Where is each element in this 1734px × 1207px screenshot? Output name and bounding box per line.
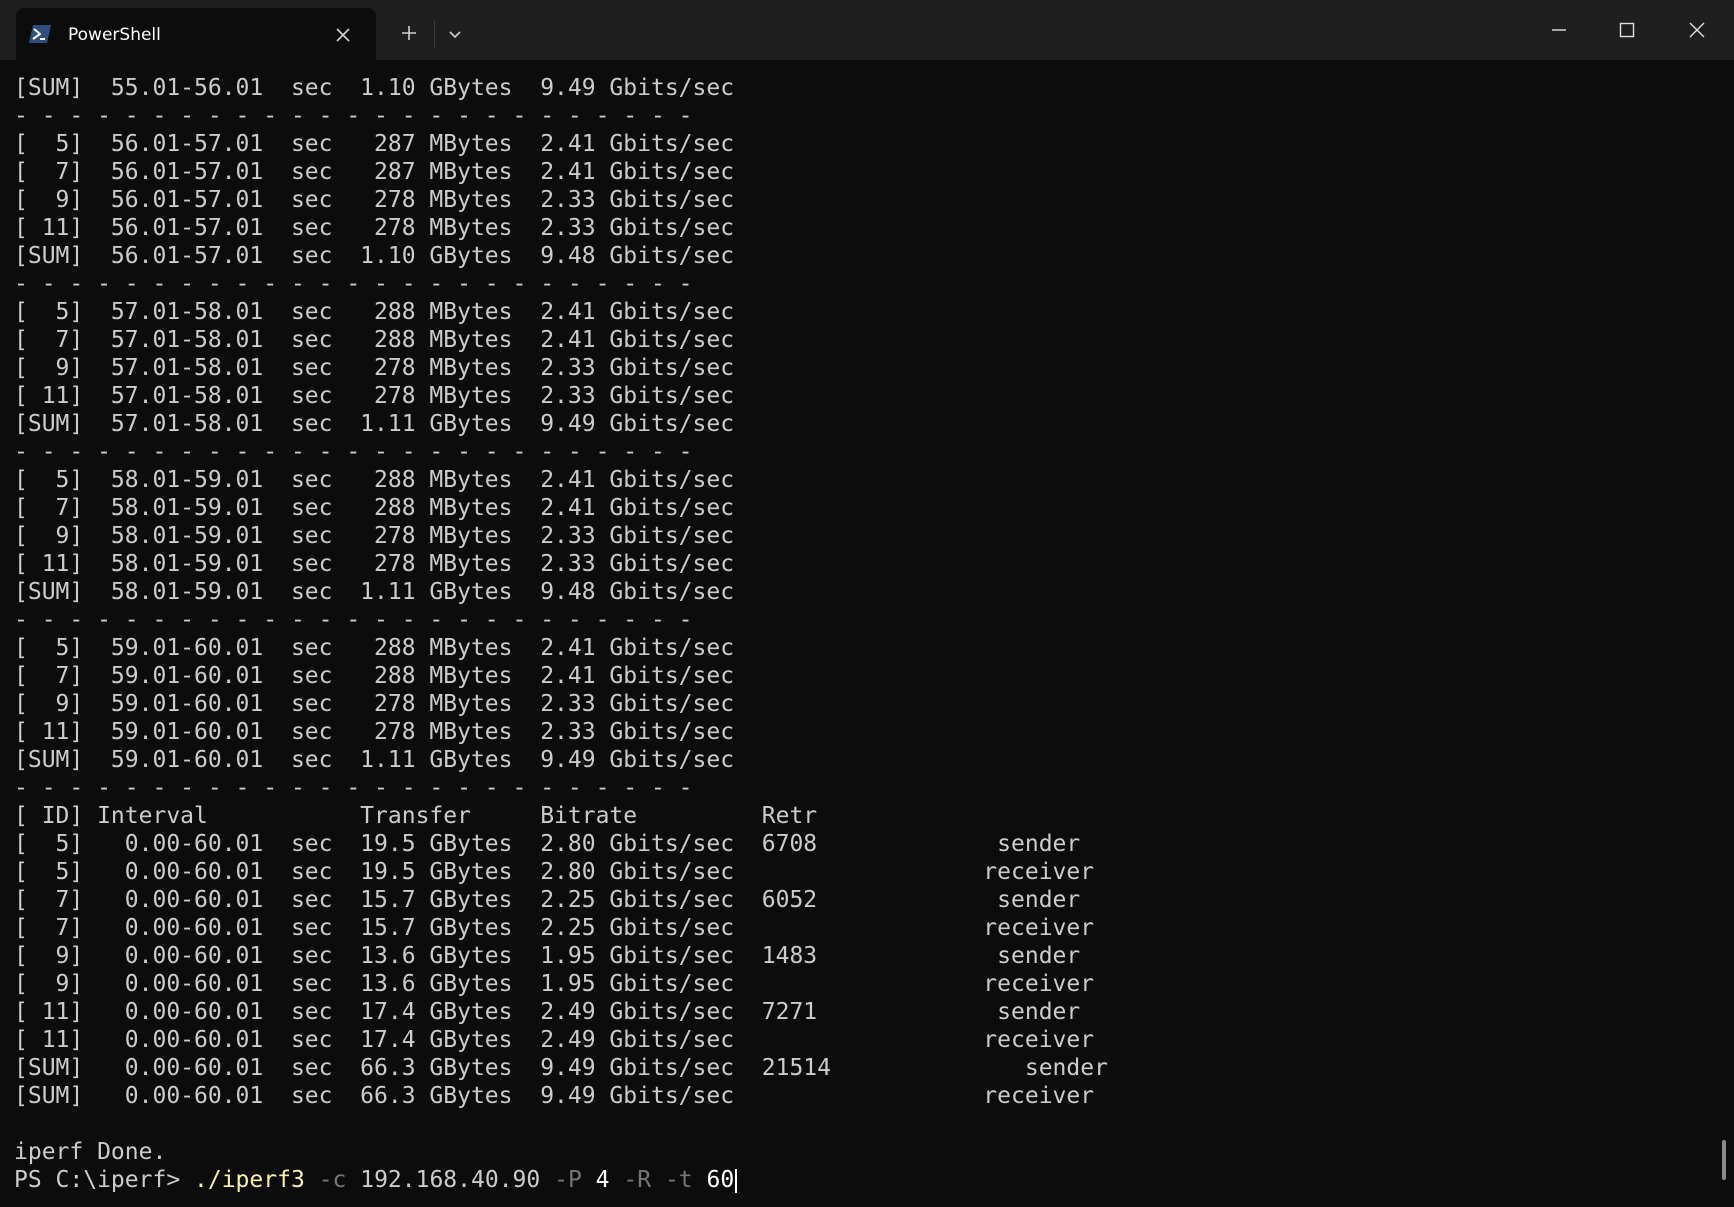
- close-window-button[interactable]: [1666, 0, 1728, 60]
- command-streams: 4: [595, 1167, 610, 1193]
- terminal-line: [SUM] 56.01-57.01 sec 1.10 GBytes 9.48 G…: [14, 243, 735, 269]
- terminal-line: - - - - - - - - - - - - - - - - - - - - …: [14, 775, 693, 801]
- terminal-line: [ 11] 59.01-60.01 sec 278 MBytes 2.33 Gb…: [14, 719, 735, 745]
- terminal-line: [ 5] 58.01-59.01 sec 288 MBytes 2.41 Gbi…: [14, 467, 735, 493]
- command-host: 192.168.40.90: [360, 1167, 541, 1193]
- tab-close-button[interactable]: [330, 22, 356, 48]
- tab-title: PowerShell: [68, 25, 161, 45]
- terminal-line: [ 11] 56.01-57.01 sec 278 MBytes 2.33 Gb…: [14, 215, 735, 241]
- terminal-lines: [SUM] 55.01-56.01 sec 1.10 GBytes 9.49 G…: [14, 74, 1108, 1194]
- terminal-line: [ 5] 56.01-57.01 sec 287 MBytes 2.41 Gbi…: [14, 131, 735, 157]
- terminal-line: [ 9] 0.00-60.01 sec 13.6 GBytes 1.95 Gbi…: [14, 971, 1095, 997]
- terminal-line: [ 5] 0.00-60.01 sec 19.5 GBytes 2.80 Gbi…: [14, 859, 1095, 885]
- terminal-output[interactable]: [SUM] 55.01-56.01 sec 1.10 GBytes 9.49 G…: [0, 60, 1734, 1207]
- command-flag-r: -R: [623, 1167, 652, 1193]
- close-icon: [336, 28, 350, 42]
- tab-powershell[interactable]: PowerShell: [16, 8, 376, 60]
- terminal-line: [ 11] 58.01-59.01 sec 278 MBytes 2.33 Gb…: [14, 551, 735, 577]
- terminal-line: [ 9] 57.01-58.01 sec 278 MBytes 2.33 Gbi…: [14, 355, 735, 381]
- terminal-window: PowerShell [SUM] 55.01-56.01 sec 1.10 GB…: [0, 0, 1734, 1207]
- tab-dropdown-button[interactable]: [440, 20, 470, 50]
- terminal-line: [SUM] 57.01-58.01 sec 1.11 GBytes 9.49 G…: [14, 411, 735, 437]
- command-time: 60: [706, 1167, 735, 1193]
- minimize-icon: [1552, 29, 1566, 31]
- terminal-line: [SUM] 0.00-60.01 sec 66.3 GBytes 9.49 Gb…: [14, 1083, 1095, 1109]
- terminal-line: [ 7] 58.01-59.01 sec 288 MBytes 2.41 Gbi…: [14, 495, 735, 521]
- title-bar[interactable]: PowerShell: [0, 0, 1734, 60]
- terminal-line: [ 5] 59.01-60.01 sec 288 MBytes 2.41 Gbi…: [14, 635, 735, 661]
- powershell-icon: [28, 24, 52, 44]
- terminal-line: [SUM] 0.00-60.01 sec 66.3 GBytes 9.49 Gb…: [14, 1055, 1108, 1081]
- terminal-line: [SUM] 59.01-60.01 sec 1.11 GBytes 9.49 G…: [14, 747, 735, 773]
- terminal-line: - - - - - - - - - - - - - - - - - - - - …: [14, 439, 693, 465]
- command-executable: ./iperf3: [194, 1167, 305, 1193]
- text-cursor: [735, 1168, 738, 1193]
- terminal-line: [SUM] 55.01-56.01 sec 1.10 GBytes 9.49 G…: [14, 75, 735, 101]
- plus-icon: [402, 26, 416, 40]
- terminal-line: [ ID] Interval Transfer Bitrate Retr: [14, 803, 818, 829]
- terminal-line: - - - - - - - - - - - - - - - - - - - - …: [14, 103, 693, 129]
- new-tab-button[interactable]: [394, 18, 424, 48]
- terminal-line: - - - - - - - - - - - - - - - - - - - - …: [14, 271, 693, 297]
- close-icon: [1689, 22, 1705, 38]
- terminal-line: [ 5] 0.00-60.01 sec 19.5 GBytes 2.80 Gbi…: [14, 831, 1081, 857]
- terminal-line: [ 11] 57.01-58.01 sec 278 MBytes 2.33 Gb…: [14, 383, 735, 409]
- terminal-line: [ 11] 0.00-60.01 sec 17.4 GBytes 2.49 Gb…: [14, 999, 1081, 1025]
- tab-separator: [434, 20, 435, 48]
- terminal-line: [ 9] 59.01-60.01 sec 278 MBytes 2.33 Gbi…: [14, 691, 735, 717]
- prompt-line[interactable]: PS C:\iperf> ./iperf3 -c 192.168.40.90 -…: [14, 1166, 1108, 1194]
- command-flag-p: -P: [554, 1167, 582, 1193]
- terminal-line: [ 7] 57.01-58.01 sec 288 MBytes 2.41 Gbi…: [14, 327, 735, 353]
- minimize-button[interactable]: [1528, 0, 1590, 60]
- terminal-line: [ 7] 59.01-60.01 sec 288 MBytes 2.41 Gbi…: [14, 663, 735, 689]
- terminal-line: iperf Done.: [14, 1139, 167, 1165]
- terminal-line: - - - - - - - - - - - - - - - - - - - - …: [14, 607, 693, 633]
- maximize-button[interactable]: [1596, 0, 1658, 60]
- terminal-line: [ 7] 56.01-57.01 sec 287 MBytes 2.41 Gbi…: [14, 159, 735, 185]
- terminal-line: [ 9] 56.01-57.01 sec 278 MBytes 2.33 Gbi…: [14, 187, 735, 213]
- command-flag-t: -t: [664, 1167, 693, 1193]
- terminal-line: [ 7] 0.00-60.01 sec 15.7 GBytes 2.25 Gbi…: [14, 915, 1095, 941]
- command-flag-c: -c: [318, 1167, 347, 1193]
- scrollbar[interactable]: [1722, 1140, 1726, 1180]
- terminal-line: [ 9] 0.00-60.01 sec 13.6 GBytes 1.95 Gbi…: [14, 943, 1081, 969]
- terminal-line: [ 9] 58.01-59.01 sec 278 MBytes 2.33 Gbi…: [14, 523, 735, 549]
- terminal-line: [ 7] 0.00-60.01 sec 15.7 GBytes 2.25 Gbi…: [14, 887, 1081, 913]
- terminal-line: [ 5] 57.01-58.01 sec 288 MBytes 2.41 Gbi…: [14, 299, 735, 325]
- prompt-text: PS C:\iperf>: [14, 1167, 195, 1193]
- terminal-line: [ 11] 0.00-60.01 sec 17.4 GBytes 2.49 Gb…: [14, 1027, 1095, 1053]
- terminal-line: [SUM] 58.01-59.01 sec 1.11 GBytes 9.48 G…: [14, 579, 735, 605]
- chevron-down-icon: [449, 31, 461, 39]
- maximize-icon: [1619, 22, 1635, 38]
